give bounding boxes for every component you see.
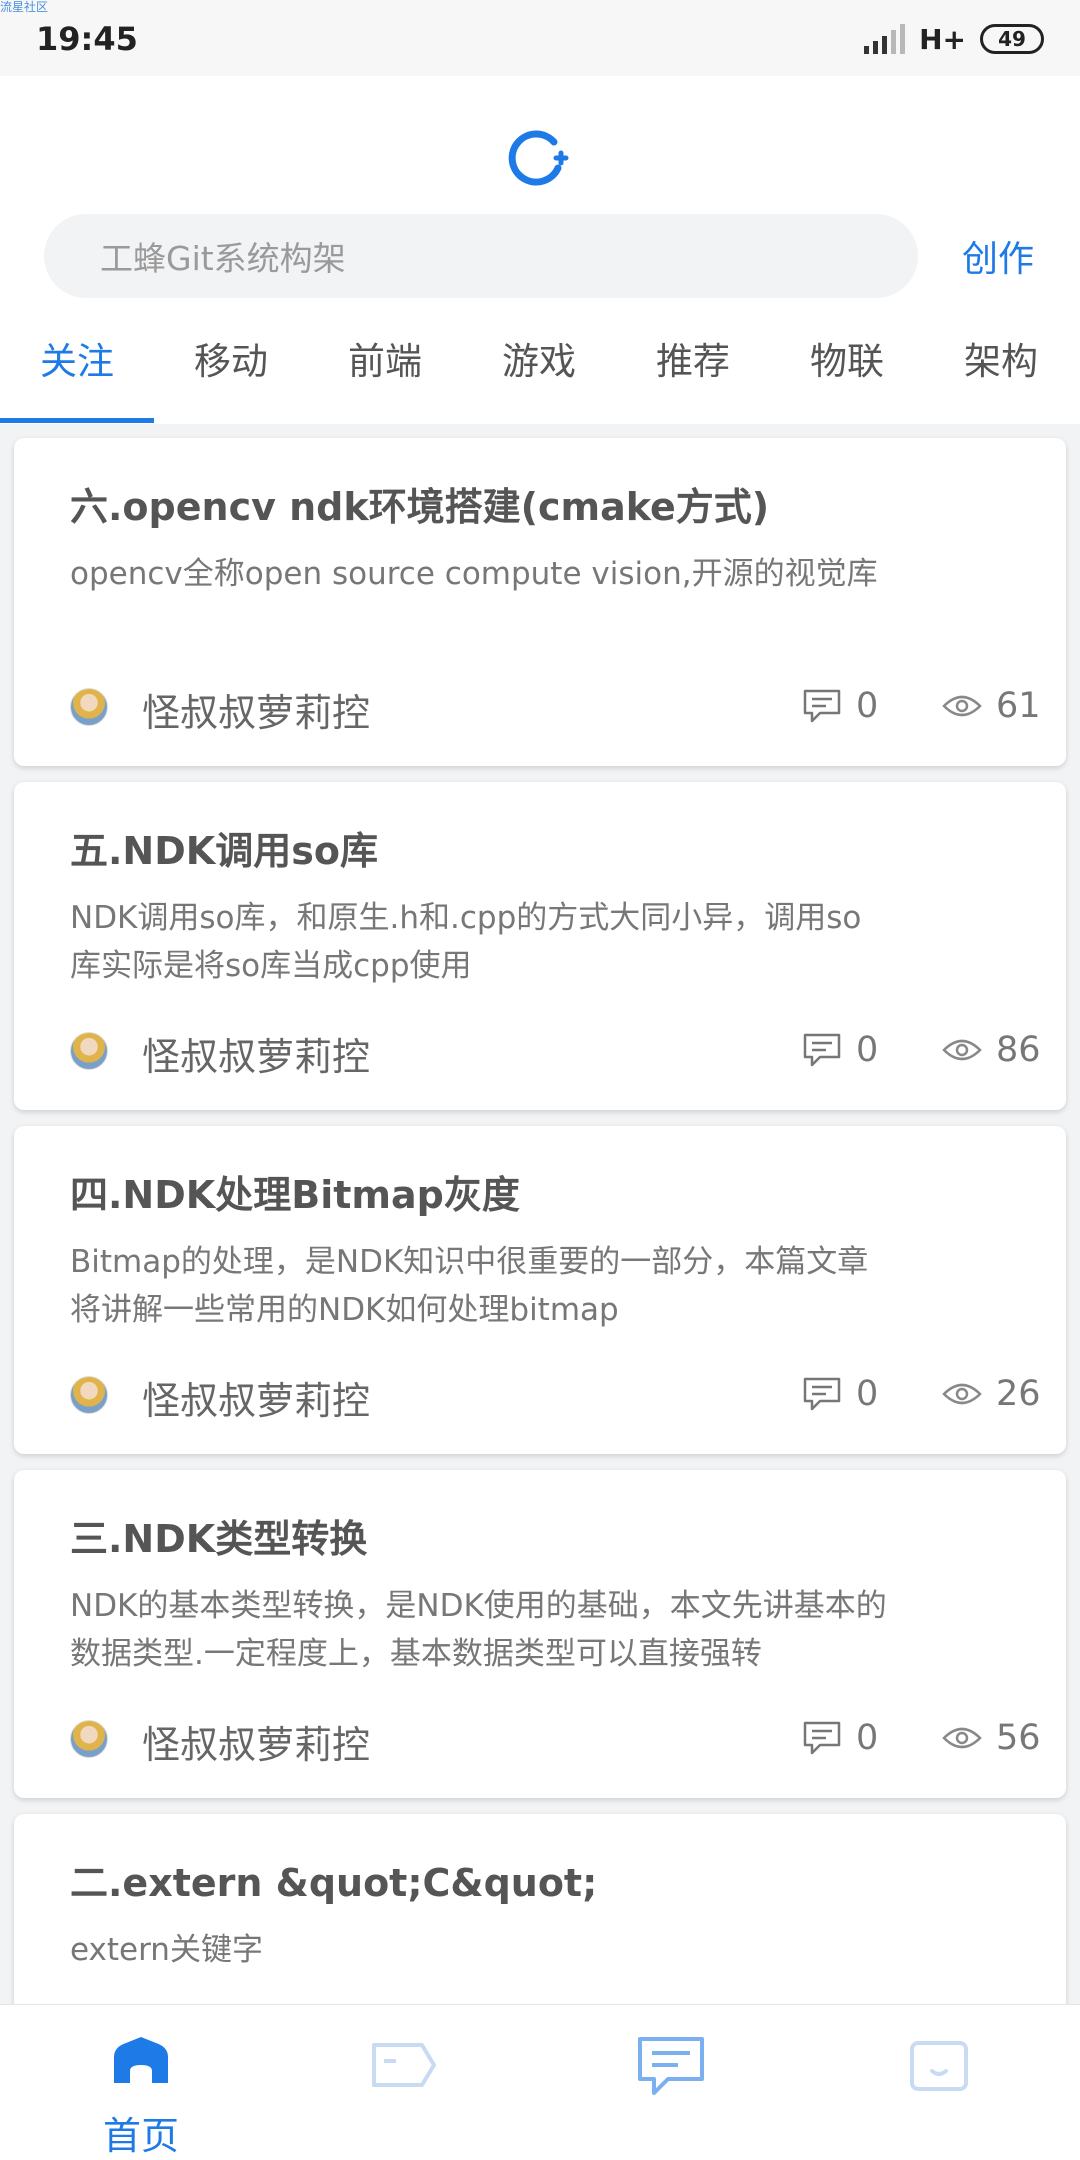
active-tab-indicator xyxy=(0,418,154,423)
tab-mobile[interactable]: 移动 xyxy=(154,330,308,424)
article-summary: NDK的基本类型转换，是NDK使用的基础，本文先讲基本的数据类型.一定程度上，基… xyxy=(70,1588,887,1672)
nav-profile[interactable] xyxy=(804,2005,1074,2160)
comment-icon xyxy=(803,1721,841,1755)
comment-count: 0 xyxy=(802,684,878,728)
eye-icon xyxy=(942,1383,982,1405)
article-summary: NDK调用so库，和原生.h和.cpp的方式大同小异，调用so库实际是将so库当… xyxy=(70,900,862,984)
avatar xyxy=(70,1720,108,1758)
avatar xyxy=(70,688,108,726)
nav-topics[interactable] xyxy=(270,2005,540,2160)
nav-home[interactable]: 首页 xyxy=(6,2005,276,2160)
view-count: 26 xyxy=(942,1372,1041,1416)
comment-count-value: 0 xyxy=(856,1030,879,1070)
article-title: 六.opencv ndk环境搭建(cmake方式) xyxy=(70,485,770,529)
comment-count-value: 0 xyxy=(856,1718,879,1758)
article-card[interactable]: 六.opencv ndk环境搭建(cmake方式) opencv全称open s… xyxy=(14,438,1066,766)
view-count-value: 86 xyxy=(996,1030,1041,1070)
comment-count-value: 0 xyxy=(856,1374,879,1414)
view-count-value: 61 xyxy=(996,686,1041,726)
app-logo-icon xyxy=(508,130,569,186)
comment-count-value: 0 xyxy=(856,686,879,726)
nav-home-label: 首页 xyxy=(102,2114,179,2158)
article-card[interactable]: 二.extern &quot;C&quot; extern关键字 xyxy=(14,1814,1066,2004)
article-footer: 怪叔叔萝莉控 0 61 xyxy=(70,684,1041,735)
comment-count: 0 xyxy=(802,1372,878,1416)
article-card[interactable]: 四.NDK处理Bitmap灰度 Bitmap的处理，是NDK知识中很重要的一部分… xyxy=(14,1126,1066,1454)
nav-messages[interactable] xyxy=(536,2005,806,2160)
article-footer: 怪叔叔萝莉控 0 86 xyxy=(70,1028,1041,1079)
comment-icon xyxy=(803,1033,841,1067)
tab-recommend[interactable]: 推荐 xyxy=(616,330,770,424)
status-tiny-label: 流星社区 xyxy=(0,0,49,14)
tab-games[interactable]: 游戏 xyxy=(462,330,616,424)
article-title: 三.NDK类型转换 xyxy=(70,1517,368,1561)
view-count: 86 xyxy=(942,1028,1041,1072)
tab-frontend[interactable]: 前端 xyxy=(308,330,462,424)
eye-icon xyxy=(942,1039,982,1061)
comment-count: 0 xyxy=(802,1716,878,1760)
article-summary: Bitmap的处理，是NDK知识中很重要的一部分，本篇文章将讲解一些常用的NDK… xyxy=(70,1244,869,1328)
view-count-value: 26 xyxy=(996,1374,1041,1414)
tag-icon xyxy=(372,2043,436,2087)
comment-count: 0 xyxy=(802,1028,878,1072)
status-time: 19:45 xyxy=(36,20,138,58)
app-screen: 流星社区 19:45 H+ 49 工蜂Git系统构架 创作 关注 移动 前端 游… xyxy=(0,0,1080,2160)
home-icon xyxy=(114,2037,168,2083)
tab-iot[interactable]: 物联 xyxy=(770,330,924,424)
message-icon xyxy=(638,2037,704,2095)
category-tabs: 关注 移动 前端 游戏 推荐 物联 架构 xyxy=(0,330,1080,424)
status-indicators: H+ 49 xyxy=(864,22,1044,56)
author-name: 怪叔叔萝莉控 xyxy=(142,1723,371,1767)
comment-icon xyxy=(803,1377,841,1411)
article-summary: opencv全称open source compute vision,开源的视觉… xyxy=(70,556,878,592)
article-card[interactable]: 五.NDK调用so库 NDK调用so库，和原生.h和.cpp的方式大同小异，调用… xyxy=(14,782,1066,1110)
signal-icon xyxy=(864,24,906,54)
network-type: H+ xyxy=(919,22,966,56)
view-count: 56 xyxy=(942,1716,1041,1760)
author-name: 怪叔叔萝莉控 xyxy=(142,1035,371,1079)
article-title: 四.NDK处理Bitmap灰度 xyxy=(70,1173,520,1217)
view-count-value: 56 xyxy=(996,1718,1041,1758)
header: 工蜂Git系统构架 创作 关注 移动 前端 游戏 推荐 物联 架构 xyxy=(0,76,1080,424)
comment-icon xyxy=(803,689,841,723)
article-title: 二.extern &quot;C&quot; xyxy=(70,1861,598,1905)
author-name: 怪叔叔萝莉控 xyxy=(142,1379,371,1423)
eye-icon xyxy=(942,695,982,717)
avatar xyxy=(70,1376,108,1414)
article-title: 五.NDK调用so库 xyxy=(70,829,378,873)
search-placeholder: 工蜂Git系统构架 xyxy=(100,239,346,278)
battery-icon: 49 xyxy=(980,24,1044,54)
create-button[interactable]: 创作 xyxy=(962,230,1034,282)
search-input[interactable]: 工蜂Git系统构架 xyxy=(44,214,918,298)
profile-icon xyxy=(910,2041,968,2091)
status-bar: 流星社区 19:45 H+ 49 xyxy=(0,0,1080,76)
article-feed: 六.opencv ndk环境搭建(cmake方式) opencv全称open s… xyxy=(0,424,1080,2004)
battery-level: 49 xyxy=(998,27,1026,51)
bottom-nav: 首页 xyxy=(0,2004,1080,2160)
article-summary: extern关键字 xyxy=(70,1932,263,1968)
article-card[interactable]: 三.NDK类型转换 NDK的基本类型转换，是NDK使用的基础，本文先讲基本的数据… xyxy=(14,1470,1066,1798)
view-count: 61 xyxy=(942,684,1041,728)
avatar xyxy=(70,1032,108,1070)
tab-architecture[interactable]: 架构 xyxy=(924,330,1078,424)
author-name: 怪叔叔萝莉控 xyxy=(142,691,371,735)
article-footer: 怪叔叔萝莉控 0 26 xyxy=(70,1372,1041,1423)
article-footer: 怪叔叔萝莉控 0 56 xyxy=(70,1716,1041,1767)
tab-follow[interactable]: 关注 xyxy=(0,330,154,424)
eye-icon xyxy=(942,1727,982,1749)
